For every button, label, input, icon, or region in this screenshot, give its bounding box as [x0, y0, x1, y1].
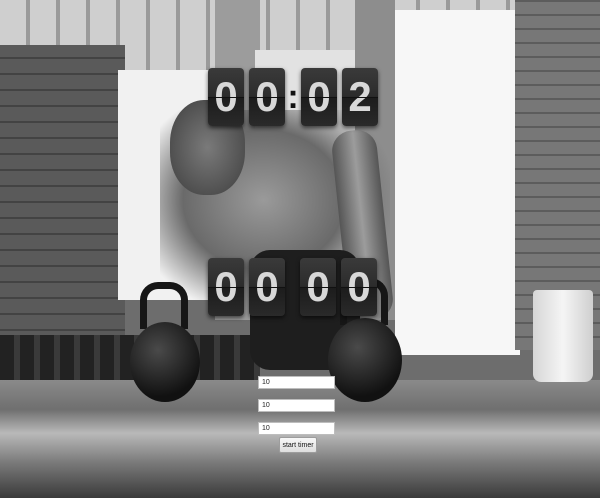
- seconds-group: 0 2: [301, 68, 378, 126]
- brick-wall-left: [0, 45, 125, 345]
- bucket: [533, 290, 593, 382]
- kettlebell-left: [130, 322, 200, 402]
- start-timer-button[interactable]: start timer: [279, 437, 317, 453]
- seconds-tens-digit: 0: [301, 68, 337, 126]
- seconds-ones-digit: 2: [342, 68, 378, 126]
- minutes-ones-digit: 0: [249, 68, 285, 126]
- counter-right-ones-digit: 0: [341, 258, 377, 316]
- window-right: [395, 10, 520, 355]
- timer-input-1[interactable]: [258, 376, 335, 389]
- minutes-tens-digit: 0: [208, 68, 244, 126]
- counter-left-group: 0 0: [208, 258, 285, 316]
- timer-settings-form: [258, 376, 336, 445]
- round-counter: 0 0 0 0: [208, 258, 377, 316]
- timer-input-2[interactable]: [258, 399, 335, 412]
- countdown-timer: 0 0 : 0 2: [208, 68, 378, 126]
- counter-left-tens-digit: 0: [208, 258, 244, 316]
- timer-input-3[interactable]: [258, 422, 335, 435]
- counter-right-group: 0 0: [300, 258, 377, 316]
- counter-right-tens-digit: 0: [300, 258, 336, 316]
- minutes-group: 0 0: [208, 68, 285, 126]
- kettlebell-right: [328, 318, 402, 402]
- counter-left-ones-digit: 0: [249, 258, 285, 316]
- time-separator: :: [287, 78, 299, 116]
